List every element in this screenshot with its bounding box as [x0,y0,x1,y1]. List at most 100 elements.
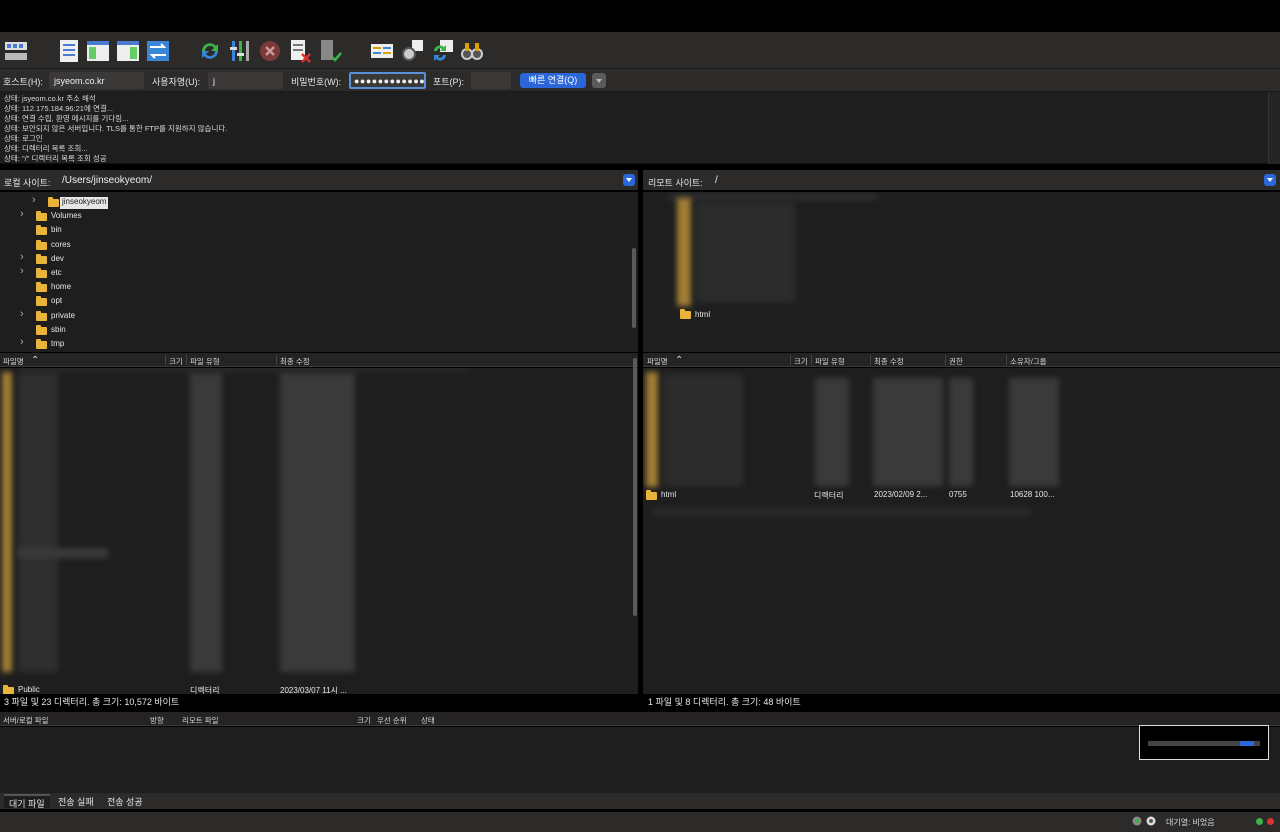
column-separator[interactable] [945,355,946,365]
quickconnect-history-dropdown[interactable] [592,73,606,88]
local-tree: › jinseokyeom › Volumes bin cores › dev › etc home… [0,192,638,352]
queue-tab[interactable]: 전송 실패 [53,794,99,808]
sync-browse-icon[interactable] [400,39,424,63]
column-separator[interactable] [811,355,812,365]
port-label: 포트(P): [433,77,465,87]
column-separator[interactable] [186,355,187,365]
log-line: 상태: "/" 디렉터리 목록 조회 성공 [4,154,107,163]
local-tree-item[interactable]: etc [51,268,62,282]
log-line: 상태: 보안되지 않은 서버입니다. TLS를 통한 FTP를 지원하지 않습니… [4,124,228,133]
column-separator[interactable] [276,355,277,365]
local-column-header[interactable]: 최종 수정 [280,356,310,367]
local-tree-item[interactable]: opt [51,296,62,310]
log-scrollbar[interactable] [1268,92,1280,164]
queue-column-header[interactable]: 크기 [357,715,371,726]
local-row-type: 디렉터리 [190,686,220,694]
password-input[interactable]: ●●●●●●●●●●●● [349,72,426,89]
user-input[interactable]: j [208,72,283,89]
sort-ascending-icon: ⌃ [31,355,40,366]
refresh-icon[interactable] [198,39,222,63]
cancel-icon[interactable] [258,39,282,63]
local-column-header[interactable]: 파일 유형 [190,356,220,367]
transfer-queue-icon[interactable] [146,39,170,63]
directory-compare-icon[interactable] [370,39,394,63]
host-input[interactable]: jsyeom.co.kr [49,72,144,89]
queue-header: 서버/로컬 파일 방향 리모트 파일 크기 우선 순위 상태 [0,712,1280,726]
expand-chevron-icon[interactable]: › [20,308,24,320]
remote-path-dropdown[interactable] [1264,174,1276,186]
queue-column-header[interactable]: 방향 [150,715,164,726]
remote-file-list: html 디렉터리 2023/02/09 2... 0755 10628 100… [643,368,1280,694]
local-path-input[interactable]: /Users/jinseokyeom/ [62,175,152,186]
local-tree-item[interactable]: cores [51,240,71,254]
filter-icon[interactable] [228,39,252,63]
folder-icon [36,211,47,222]
local-tree-item[interactable]: sbin [51,325,66,339]
column-separator[interactable] [165,355,166,365]
column-separator[interactable] [790,355,791,365]
screenshot-thumbnail[interactable] [1139,725,1269,760]
folder-icon [36,339,47,349]
local-column-header[interactable]: 파일명 [3,356,24,367]
folder-icon [36,310,47,321]
remote-row-name[interactable]: html [661,490,676,504]
remote-column-header[interactable]: 파일 유형 [815,356,845,367]
column-separator[interactable] [1006,355,1007,365]
queue-column-header[interactable]: 리모트 파일 [182,715,219,726]
remote-tree-item-html[interactable]: html [695,310,710,324]
queue-tab[interactable]: 대기 파일 [4,794,50,809]
site-manager-icon[interactable] [4,39,28,63]
local-tree-item[interactable]: dev [51,254,64,268]
expand-chevron-icon[interactable]: › [20,208,24,220]
quickconnect-button[interactable]: 빠른 연결(Q) [520,73,586,88]
remote-tree-icon[interactable] [116,39,140,63]
local-tree-item[interactable]: home [51,282,71,296]
local-column-header[interactable]: 크기 [169,356,183,367]
folder-icon [36,296,47,307]
local-list-scrollbar[interactable] [633,358,637,616]
folder-icon [3,685,14,694]
local-tree-item[interactable]: tmp [51,339,64,352]
reconnect-icon[interactable] [318,39,342,63]
remote-column-header[interactable]: 파일명 [647,356,668,367]
remote-list-header: 파일명 크기 파일 유형 최종 수정 권한 소유자/그룹 ⌃ [643,353,1280,367]
local-tree-item[interactable]: Volumes [51,211,82,225]
local-tree-item[interactable]: jinseokyeom [60,197,109,209]
binoculars-icon[interactable] [460,39,484,63]
local-tree-item[interactable]: private [51,311,75,325]
disconnect-icon[interactable] [288,39,312,63]
remote-site-label: 리모트 사이트: [648,178,703,188]
queue-tabs: 대기 파일 전송 실패 전송 성공 [0,793,1280,809]
search-remote-icon[interactable] [430,39,454,63]
local-path-dropdown[interactable] [623,174,635,186]
queue-column-header[interactable]: 우선 순위 [377,715,407,726]
remote-column-header[interactable]: 크기 [794,356,808,367]
port-input[interactable] [471,72,511,89]
title-bar [0,0,1280,32]
column-separator[interactable] [870,355,871,365]
local-row-name[interactable]: Public [18,685,40,694]
message-log-icon[interactable] [57,39,81,63]
message-log: 상태: jsyeom.co.kr 주소 해석 상태: 112.175.184.96… [0,92,1280,164]
log-line: 상태: 연결 수립, 환영 메시지를 기다림... [4,114,129,123]
expand-chevron-icon[interactable]: › [20,251,24,263]
expand-chevron-icon[interactable]: › [20,265,24,277]
remote-column-header[interactable]: 소유자/그룹 [1010,356,1047,367]
folder-icon [36,239,47,250]
toolbar [0,32,1280,69]
expand-chevron-icon[interactable]: › [32,194,36,206]
folder-icon [36,268,47,278]
local-tree-scrollbar[interactable] [632,248,636,328]
local-tree-item[interactable]: bin [51,225,62,239]
folder-icon [36,324,47,335]
remote-column-header[interactable]: 최종 수정 [874,356,904,367]
remote-column-header[interactable]: 권한 [949,356,963,367]
folder-icon [36,253,47,264]
queue-column-header[interactable]: 서버/로컬 파일 [3,715,49,726]
local-tree-icon[interactable] [86,39,110,63]
queue-tab[interactable]: 전송 성공 [102,794,148,808]
expand-chevron-icon[interactable]: › [20,336,24,348]
remote-path-input[interactable]: / [715,175,718,186]
upload-led-icon [1256,818,1263,825]
queue-column-header[interactable]: 상태 [421,715,435,726]
